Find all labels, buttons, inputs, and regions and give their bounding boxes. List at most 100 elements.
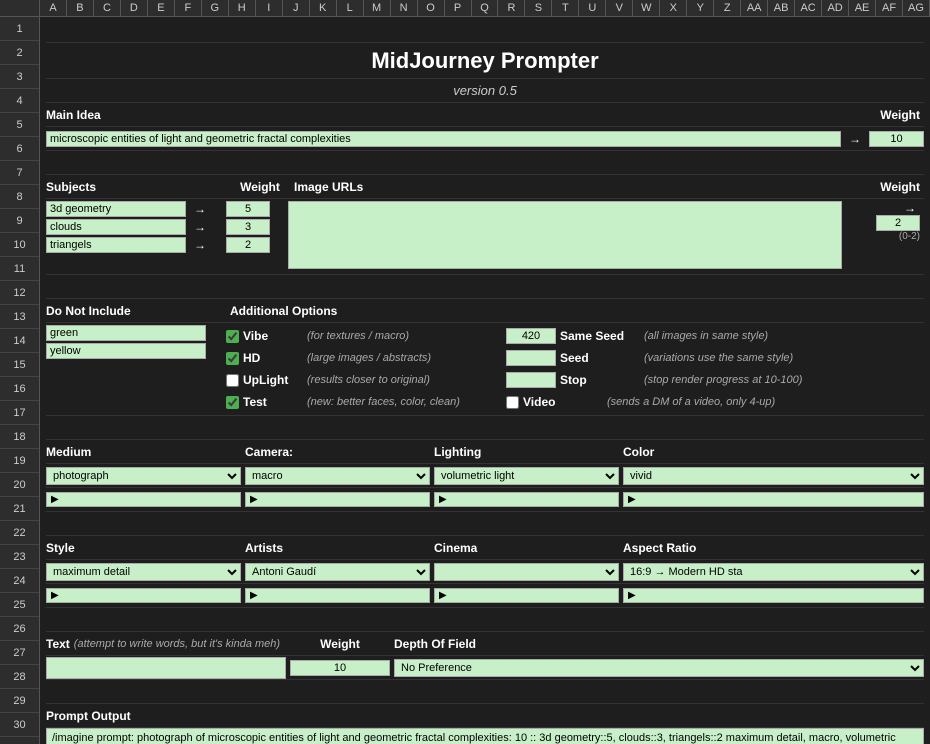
test-checkbox[interactable] [226, 396, 239, 409]
col-af: AF [876, 0, 903, 16]
style-play-btn[interactable]: ▶ [46, 588, 241, 603]
subjects-label: Subjects [46, 180, 96, 194]
subject-weight-2[interactable] [226, 237, 270, 253]
row-20: 20 [0, 473, 39, 497]
aspect-ratio-select[interactable]: 16:9 → Modern HD sta 1:1 → Square 4:3 → … [623, 563, 924, 581]
hd-row: HD (large images / abstracts) [226, 347, 506, 369]
image-urls-label-col: Image URLs [294, 180, 840, 194]
col-g: G [202, 0, 229, 16]
test-note: (new: better faces, color, clean) [307, 396, 460, 408]
col-p: P [445, 0, 472, 16]
col-n: N [391, 0, 418, 16]
col-o: O [418, 0, 445, 16]
row-13: 13 [0, 305, 39, 329]
camera-select[interactable]: macro wide angle telephoto [245, 467, 430, 485]
col-h: H [229, 0, 256, 16]
subject-input-2[interactable] [46, 237, 186, 253]
row-31: 31 [0, 737, 39, 744]
row-29-prompt-label: Prompt Output [46, 704, 924, 728]
main-idea-weight-input[interactable] [869, 131, 924, 147]
seed-col: Same Seed (all images in same style) See… [506, 323, 924, 415]
row-3-version: version 0.5 [46, 79, 924, 103]
cinema-select[interactable]: cinematic film noir [434, 563, 619, 581]
col-s: S [525, 0, 552, 16]
vibe-label: Vibe [243, 329, 303, 343]
subjects-and-images-block: → → → [46, 199, 924, 275]
seed-input[interactable] [506, 350, 556, 366]
subject-input-0[interactable] [46, 201, 186, 217]
lighting-select[interactable]: volumetric light natural studio [434, 467, 619, 485]
main-idea-input[interactable] [46, 131, 841, 147]
row-25: 25 [0, 593, 39, 617]
do-not-include-input-1[interactable] [46, 343, 206, 359]
artists-select[interactable]: Antoni Gaudí Salvador Dalí Pablo Picasso [245, 563, 430, 581]
row-14: 14 [0, 329, 39, 353]
text-weight-input[interactable] [290, 660, 390, 676]
lighting-play-btn[interactable]: ▶ [434, 492, 619, 507]
row-7-section-labels: Subjects Weight Image URLs Weight [46, 175, 924, 199]
do-not-include-list [46, 323, 226, 415]
image-weight-label-col: Weight [844, 180, 924, 194]
arrow-1: → [190, 220, 210, 234]
depth-of-field-select[interactable]: No Preference Shallow Deep Medium [394, 659, 924, 677]
vibe-checkbox[interactable] [226, 330, 239, 343]
col-i: I [256, 0, 283, 16]
weight-label-main: Weight [864, 108, 924, 122]
image-weight-input[interactable] [876, 215, 920, 231]
seed-note: (variations use the same style) [644, 352, 793, 364]
col-ag: AG [903, 0, 930, 16]
color-select[interactable]: vivid muted monochrome [623, 467, 924, 485]
col-t: T [552, 0, 579, 16]
stop-input[interactable] [506, 372, 556, 388]
col-aa: AA [741, 0, 768, 16]
seed-label: Seed [560, 351, 640, 365]
additional-options-header: Additional Options [230, 304, 924, 318]
medium-label-col: Medium [46, 445, 241, 459]
camera-play-btn[interactable]: ▶ [245, 492, 430, 507]
subject-weight-1[interactable] [226, 219, 270, 235]
row-30: 30 [0, 713, 39, 737]
content-area: MidJourney Prompter version 0.5 Main Ide… [40, 17, 930, 744]
test-row: Test (new: better faces, color, clean) [226, 391, 506, 413]
uplight-checkbox[interactable] [226, 374, 239, 387]
row-4-labels: Main Idea Weight [46, 103, 924, 127]
cinema-label: Cinema [434, 541, 477, 555]
app-title: MidJourney Prompter [371, 48, 598, 74]
style-label-col: Style [46, 541, 241, 555]
medium-play-btn[interactable]: ▶ [46, 492, 241, 507]
col-k: K [310, 0, 337, 16]
video-label: Video [523, 395, 603, 409]
do-not-include-input-0[interactable] [46, 325, 206, 341]
artists-play-btn[interactable]: ▶ [245, 588, 430, 603]
uplight-row: UpLight (results closer to original) [226, 369, 506, 391]
weight-label-images: Weight [880, 180, 920, 194]
col-w: W [633, 0, 660, 16]
row-6-empty [46, 151, 924, 175]
subject-input-1[interactable] [46, 219, 186, 235]
style-select[interactable]: maximum detail minimal abstract [46, 563, 241, 581]
image-urls-col [286, 199, 844, 274]
color-play-btn[interactable]: ▶ [623, 492, 924, 507]
row-23: 23 [0, 545, 39, 569]
col-q: Q [472, 0, 499, 16]
same-seed-input[interactable] [506, 328, 556, 344]
subject-weight-0[interactable] [226, 201, 270, 217]
lighting-label: Lighting [434, 445, 481, 459]
image-urls-input[interactable] [288, 201, 842, 269]
cinema-play-btn[interactable]: ▶ [434, 588, 619, 603]
aspect-ratio-play-btn[interactable]: ▶ [623, 588, 924, 603]
arrow-0: → [190, 202, 210, 216]
row-6: 6 [0, 137, 39, 161]
hd-note: (large images / abstracts) [307, 352, 431, 364]
row-16: 16 [0, 377, 39, 401]
prompt-output-textarea[interactable]: /imagine prompt: photograph of microscop… [46, 728, 924, 744]
row-7: 7 [0, 161, 39, 185]
medium-select[interactable]: photograph painting illustration digital… [46, 467, 241, 485]
do-not-include-header: Do Not Include [46, 304, 226, 318]
hd-checkbox[interactable] [226, 352, 239, 365]
row-26-labels: Text (attempt to write words, but it's k… [46, 632, 924, 656]
video-checkbox[interactable] [506, 396, 519, 409]
col-z: Z [714, 0, 741, 16]
text-input[interactable] [46, 657, 286, 679]
row-21: 21 [0, 497, 39, 521]
